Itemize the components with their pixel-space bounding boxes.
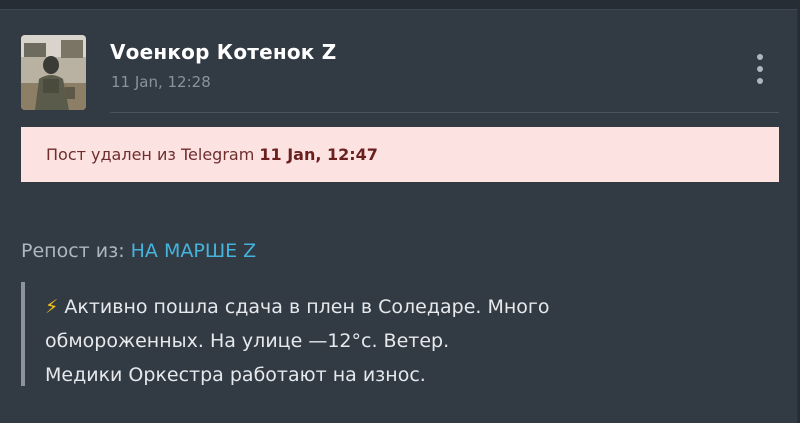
reposted-message-quote: ⚡ Активно пошла сдача в плен в Соледаре.…: [21, 282, 761, 386]
menu-dot: [757, 54, 763, 60]
menu-dot: [757, 78, 763, 84]
quote-line-2: обмороженных. На улице —12°с. Ветер.: [45, 330, 450, 352]
quote-line-1-text: Активно пошла сдача в плен в Соледаре. М…: [58, 296, 550, 318]
repost-channel-link[interactable]: НА МАРШЕ Z: [131, 240, 257, 262]
repost-source: Репост из: НА МАРШЕ Z: [21, 240, 256, 262]
header-divider: [110, 112, 779, 113]
quote-line-1: ⚡ Активно пошла сдача в плен в Соледаре.…: [45, 290, 550, 324]
repost-label: Репост из:: [21, 240, 131, 262]
deleted-notice-date: 11 Jan, 12:47: [259, 145, 378, 164]
post-timestamp: 11 Jan, 12:28: [111, 73, 211, 91]
author-avatar[interactable]: [21, 35, 86, 110]
quote-text: ⚡ Активно пошла сдача в плен в Соледаре.…: [45, 290, 550, 392]
quote-bar: [21, 282, 25, 386]
lightning-icon: ⚡: [45, 296, 59, 318]
deleted-notice-text: Пост удален из Telegram: [46, 145, 260, 164]
post-card: Vоенкор Котенок Z 11 Jan, 12:28 Пост уда…: [0, 9, 798, 423]
more-vertical-icon[interactable]: [750, 52, 770, 92]
menu-dot: [757, 66, 763, 72]
quote-line-3: Медики Оркестра работают на износ.: [45, 364, 426, 386]
author-name[interactable]: Vоенкор Котенок Z: [110, 40, 336, 64]
deleted-notice-banner: Пост удален из Telegram 11 Jan, 12:47: [21, 127, 779, 182]
